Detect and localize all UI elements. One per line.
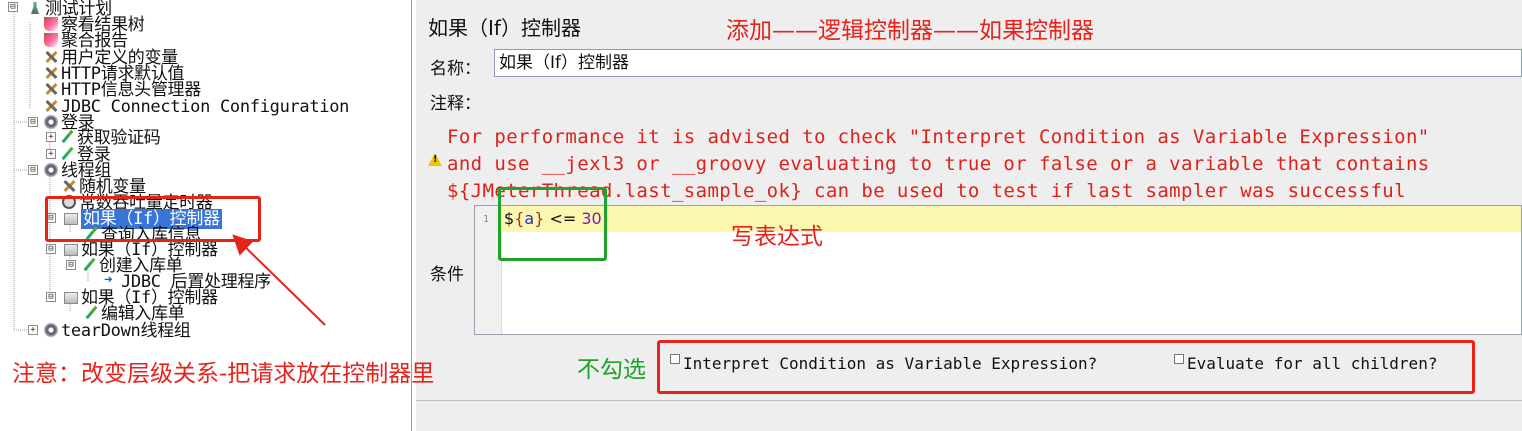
annotation-arrow <box>232 234 326 326</box>
